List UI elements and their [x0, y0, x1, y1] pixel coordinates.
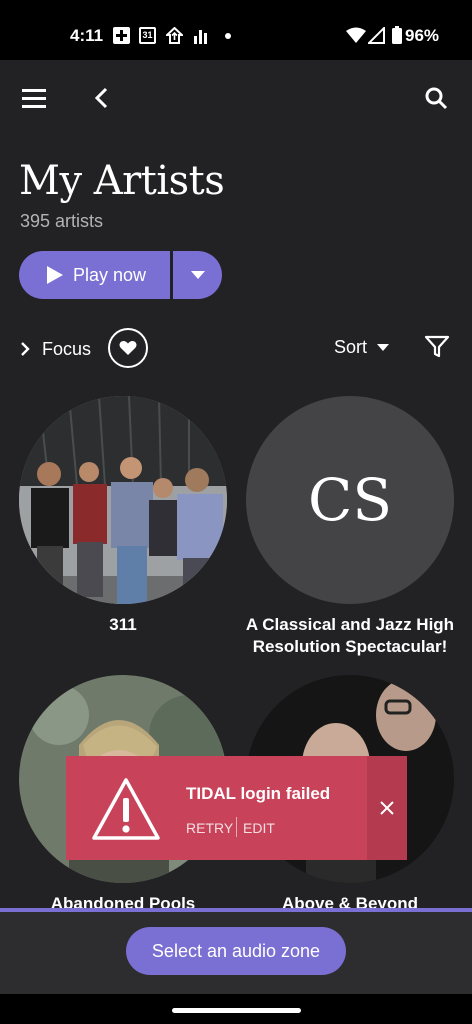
search-icon[interactable] [422, 84, 452, 114]
play-now-button[interactable]: Play now [19, 251, 170, 299]
home-upload-icon [166, 27, 183, 44]
caret-down-icon [190, 271, 205, 279]
filter-icon[interactable] [424, 335, 450, 359]
back-icon[interactable] [88, 84, 118, 114]
status-time: 4:11 [70, 26, 104, 45]
dot-icon [225, 33, 231, 39]
toast-title: TIDAL login failed [186, 784, 331, 803]
heart-icon [119, 340, 137, 355]
artist-count: 395 artists [20, 211, 104, 231]
chevron-right-icon [21, 342, 30, 356]
play-options-button[interactable] [173, 251, 222, 299]
artist-image-311[interactable] [19, 396, 227, 604]
artist-image-monogram[interactable]: CS [246, 396, 454, 604]
battery-percent: 96% [405, 26, 440, 45]
error-toast: TIDAL login failed RETRY EDIT [66, 756, 407, 860]
select-audio-zone-button[interactable]: Select an audio zone [126, 927, 346, 975]
focus-toggle[interactable]: Focus [20, 335, 91, 363]
wifi-icon [346, 27, 366, 43]
signal-bars-icon [194, 30, 207, 44]
hospital-cross-icon [113, 27, 130, 44]
battery-icon [392, 26, 402, 44]
page-title: My Artists [19, 158, 225, 204]
focus-label: Focus [42, 338, 92, 359]
warning-icon [92, 778, 160, 840]
artist-name[interactable]: 311 [8, 614, 238, 636]
menu-icon[interactable] [20, 84, 50, 114]
close-icon [380, 801, 394, 815]
toast-divider [236, 817, 237, 837]
band-photo [19, 396, 227, 604]
sort-button[interactable]: Sort [334, 335, 390, 359]
play-icon [47, 266, 63, 284]
home-gesture-pill[interactable] [172, 1008, 301, 1013]
edit-button[interactable]: EDIT [243, 820, 275, 836]
retry-button[interactable]: RETRY [186, 820, 233, 836]
play-now-label: Play now [73, 264, 147, 285]
artist-name[interactable]: A Classical and Jazz High Resolution Spe… [235, 614, 465, 658]
toast-close-button[interactable] [367, 756, 407, 860]
favorites-button[interactable] [108, 328, 148, 368]
cell-signal-icon [368, 27, 385, 44]
calendar-icon: 31 [139, 27, 156, 44]
caret-down-icon [377, 343, 390, 351]
sort-label: Sort [334, 336, 368, 357]
